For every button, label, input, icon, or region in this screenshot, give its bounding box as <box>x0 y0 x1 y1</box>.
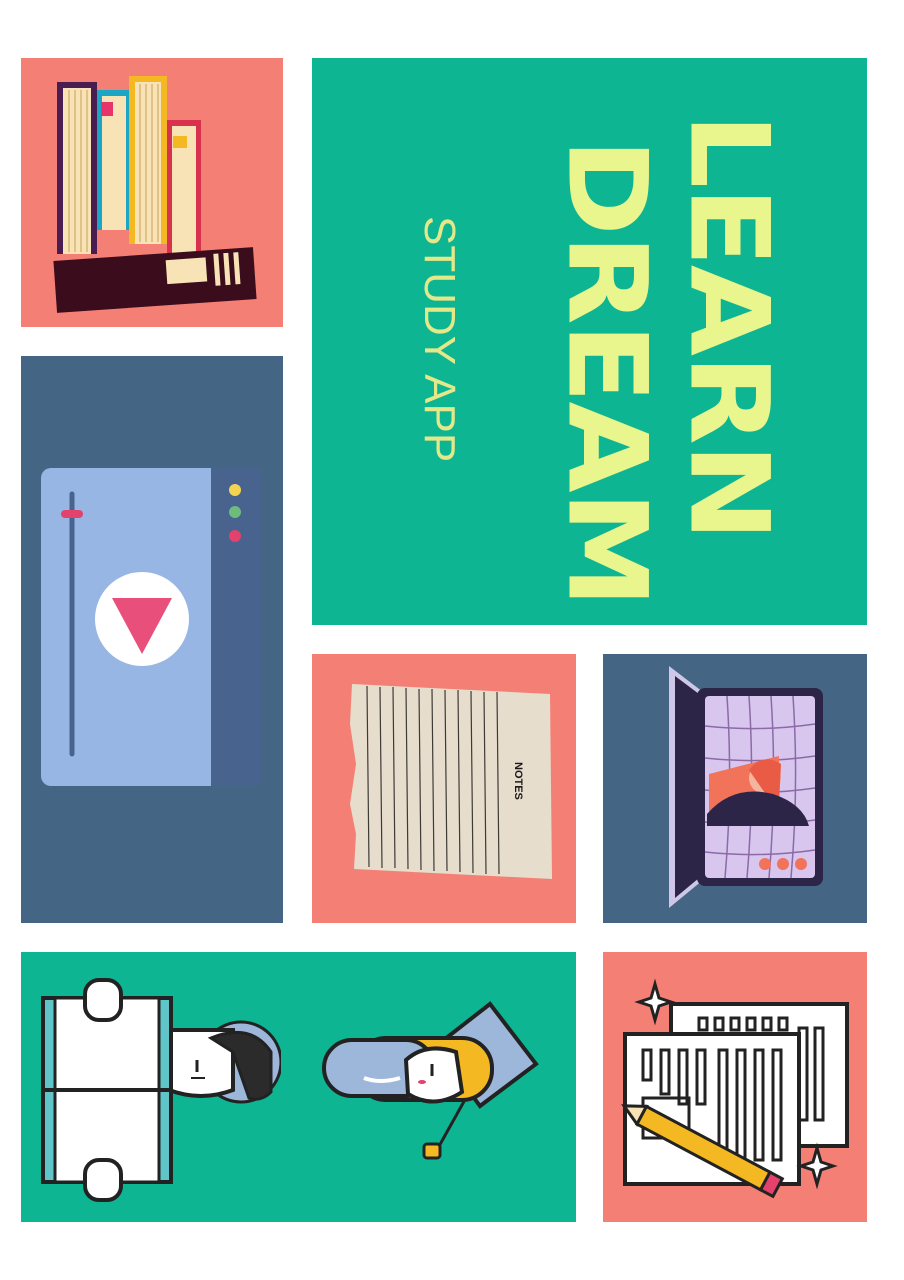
title-learn: LEARN <box>665 113 793 540</box>
sparkle-icon <box>796 1142 838 1190</box>
video-player-tile <box>21 356 283 923</box>
graduate-icon <box>322 1001 539 1160</box>
documents-tile <box>603 952 867 1222</box>
video-call-tile <box>603 654 867 923</box>
documents-pencil-icon <box>621 978 849 1199</box>
student-reading-icon <box>41 978 281 1202</box>
books-icon <box>53 76 257 313</box>
title-tile: LEARN DREAM STUDY APP <box>312 58 867 625</box>
notes-label: NOTES <box>512 762 524 800</box>
students-tile <box>21 952 576 1222</box>
notes-tile: NOTES <box>312 654 576 923</box>
video-player-icon[interactable] <box>21 356 283 923</box>
books-tile <box>21 58 283 327</box>
video-call-laptop-icon[interactable] <box>603 654 867 923</box>
subtitle: STUDY APP <box>415 216 464 463</box>
title-dream: DREAM <box>543 138 671 607</box>
notes-paper-icon[interactable] <box>312 654 576 923</box>
sparkle-icon <box>634 978 676 1026</box>
